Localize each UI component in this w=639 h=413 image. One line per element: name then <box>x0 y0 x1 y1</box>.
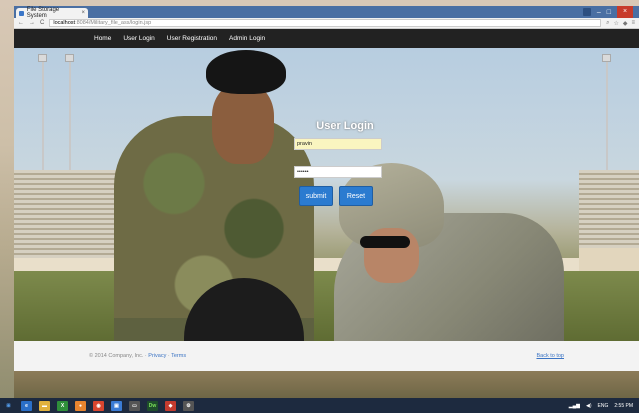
username-field[interactable] <box>294 138 382 150</box>
system-tray: ▂▄▆ ◀) ENG 2:55 PM <box>569 403 639 409</box>
site-navbar: Home User Login User Registration Admin … <box>14 29 639 48</box>
reload-icon[interactable]: C <box>40 20 44 26</box>
zoom-icon[interactable]: ⌕ <box>606 20 609 27</box>
url-field[interactable]: localhost :8084/Military_file_ass/login.… <box>49 19 602 27</box>
terms-link[interactable]: Terms <box>171 353 186 359</box>
copyright-text: © 2014 Company, Inc. · <box>89 353 149 359</box>
window-controls: – □ × <box>582 6 639 18</box>
login-title: User Login <box>316 120 374 132</box>
back-arrow-icon[interactable]: ← <box>18 20 24 26</box>
close-window-button[interactable]: × <box>617 6 633 18</box>
bookmark-star-icon[interactable]: ☆ <box>613 20 618 27</box>
floodlight-icon <box>65 54 74 62</box>
back-to-top-link[interactable]: Back to top <box>536 353 564 359</box>
floodlight-icon <box>38 54 47 62</box>
dreamweaver-icon[interactable]: Dw <box>147 400 158 411</box>
privacy-link[interactable]: Privacy <box>148 353 166 359</box>
tab-close-icon[interactable]: × <box>81 10 85 16</box>
media-app-icon[interactable]: ◆ <box>165 400 176 411</box>
nav-home[interactable]: Home <box>94 35 111 42</box>
below-footer-image <box>14 371 639 398</box>
beret <box>206 50 286 94</box>
tab-title: File Storage System <box>26 7 60 19</box>
login-buttons: submit Reset <box>299 186 390 206</box>
clock[interactable]: 2:55 PM <box>614 403 633 409</box>
minimize-button[interactable]: – <box>597 9 601 16</box>
hero-image: User Login submit Reset <box>14 48 639 341</box>
officer-head <box>212 84 274 164</box>
firefox-icon[interactable]: ● <box>75 400 86 411</box>
internet-explorer-icon[interactable]: e <box>21 400 32 411</box>
language-indicator[interactable]: ENG <box>598 403 609 409</box>
url-host: localhost <box>53 20 76 26</box>
floodlight-icon <box>602 54 611 62</box>
app-icon[interactable]: ▭ <box>129 400 140 411</box>
network-icon[interactable]: ▂▄▆ <box>569 403 580 409</box>
submit-button[interactable]: submit <box>299 186 333 206</box>
crowd-stand-right <box>579 170 639 260</box>
file-explorer-icon[interactable]: ▬ <box>39 400 50 411</box>
login-form: User Login submit Reset <box>290 120 390 206</box>
volume-icon[interactable]: ◀) <box>586 403 592 409</box>
page-favicon-icon <box>19 10 24 16</box>
nav-user-registration[interactable]: User Registration <box>167 35 217 42</box>
footer-links: © 2014 Company, Inc. · Privacy · Terms <box>89 353 186 359</box>
url-path: :8084/Military_file_ass/login.jsp <box>75 20 152 26</box>
chrome-icon[interactable]: ◉ <box>93 400 104 411</box>
address-bar-icons: ⌕ ☆ ◆ ≡ <box>606 20 635 27</box>
maximize-button[interactable]: □ <box>607 9 611 16</box>
tab-strip: File Storage System × – □ × <box>14 6 639 19</box>
browser-tab[interactable]: File Storage System × <box>16 7 88 19</box>
browser-window: File Storage System × – □ × ← → C localh… <box>14 6 639 398</box>
password-field[interactable] <box>294 166 382 178</box>
windows-start-icon[interactable]: ⊞ <box>3 400 14 411</box>
extension-icon[interactable]: ◆ <box>623 20 628 27</box>
settings-gear-icon[interactable]: ⚙ <box>183 400 194 411</box>
windows-taskbar: ⊞ e ▬ X ● ◉ ▣ ▭ Dw ◆ ⚙ ▂▄▆ ◀) ENG 2:55 P… <box>0 398 639 413</box>
forward-arrow-icon[interactable]: → <box>29 20 35 26</box>
nav-user-login[interactable]: User Login <box>123 35 154 42</box>
nav-admin-login[interactable]: Admin Login <box>229 35 265 42</box>
profile-icon[interactable] <box>582 8 591 16</box>
address-bar: ← → C localhost :8084/Military_file_ass/… <box>14 18 639 29</box>
excel-icon[interactable]: X <box>57 400 68 411</box>
sunglasses <box>360 236 410 248</box>
menu-icon[interactable]: ≡ <box>631 20 635 27</box>
page-footer: © 2014 Company, Inc. · Privacy · Terms B… <box>14 341 639 371</box>
crowd-stand-left <box>14 170 124 260</box>
virtualbox-icon[interactable]: ▣ <box>111 400 122 411</box>
reset-button[interactable]: Reset <box>339 186 373 206</box>
